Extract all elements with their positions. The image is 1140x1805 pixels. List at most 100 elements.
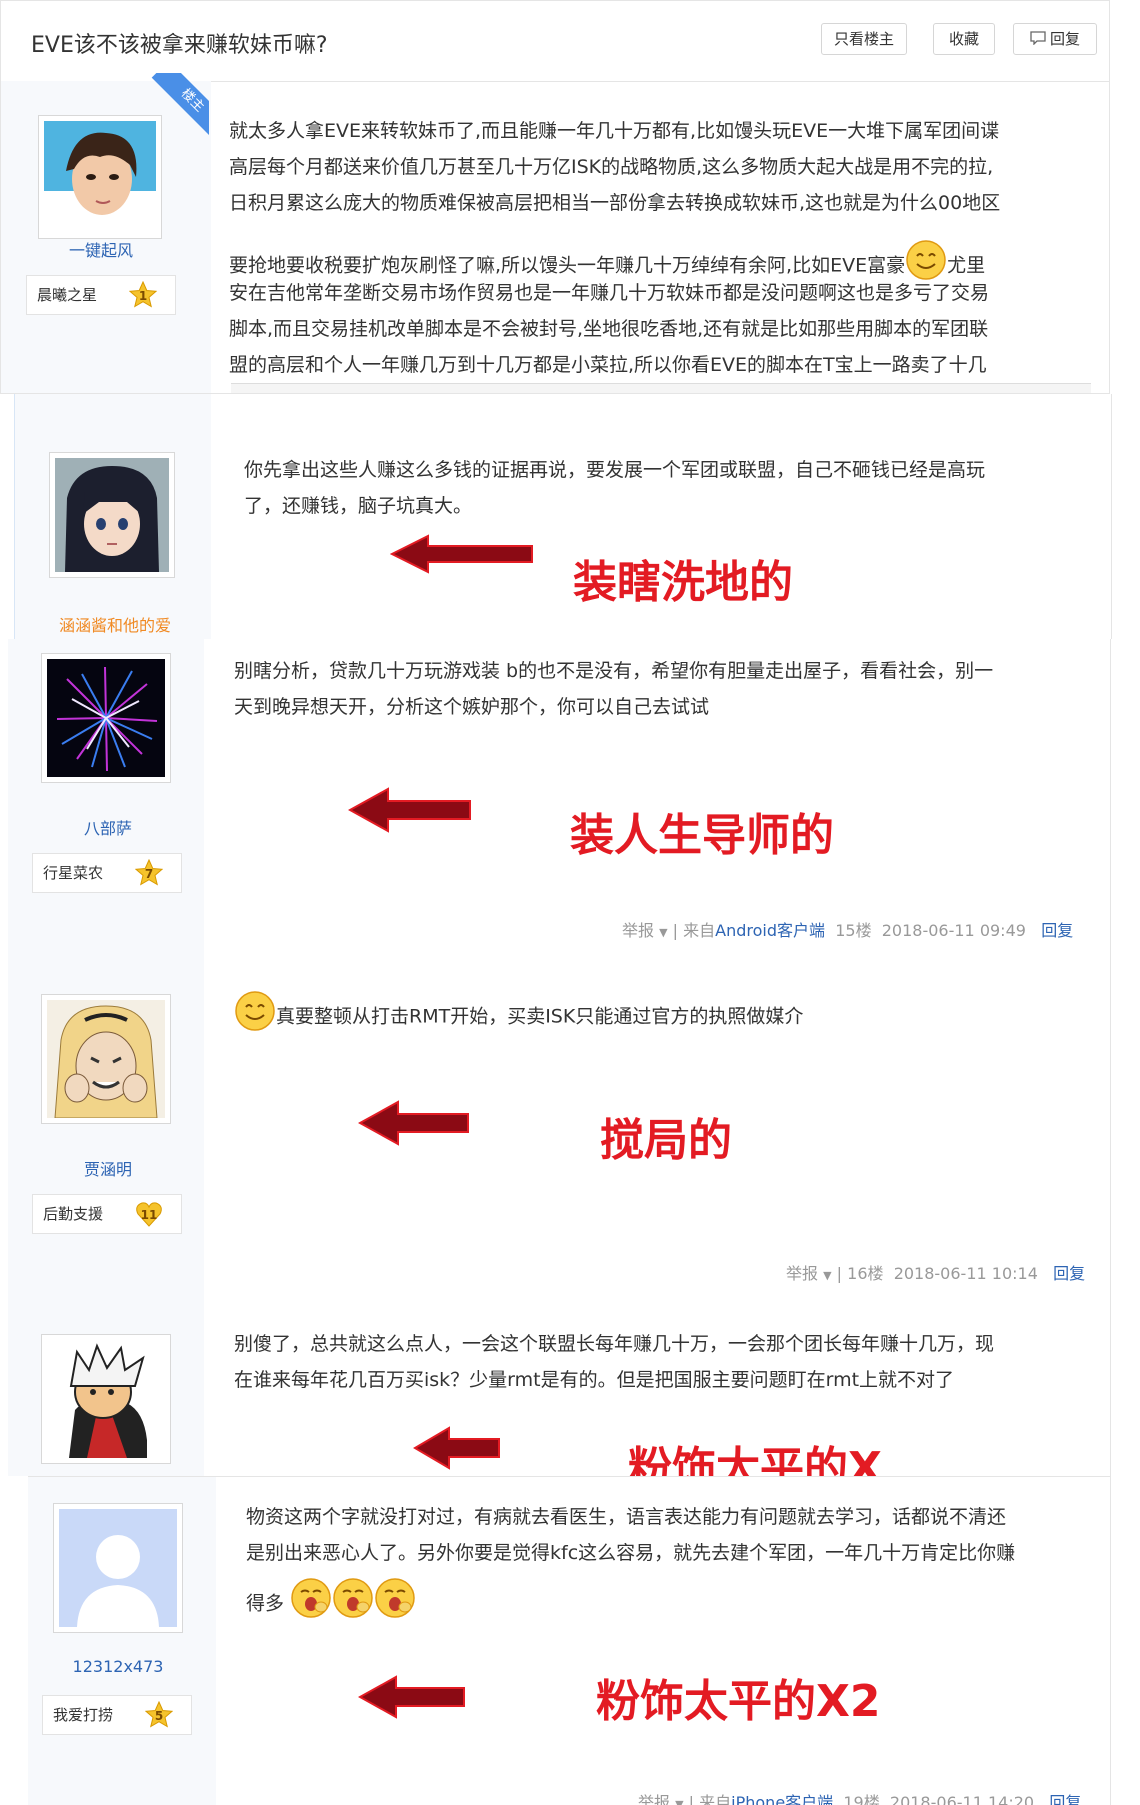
badge-label: 后勤支援 [43, 1205, 104, 1223]
reply-link[interactable]: 回复 [1049, 1793, 1081, 1805]
post-1: EVE该不该被拿来赚软妹币嘛? 只看楼主 收藏 回复 一键起风 晨曦之星 1 楼… [0, 0, 1110, 394]
annotation-label: 搅局的 [600, 1115, 732, 1166]
post-5-sidebar [8, 1304, 204, 1476]
post-line: 你先拿出这些人赚这么多钱的证据再说，要发展一个军团或联盟，自己不砸钱已经是高玩 [244, 459, 986, 481]
op-tag-label: 楼主 [151, 73, 209, 142]
post-2-sidebar: 涵涵酱和他的爱 [15, 394, 211, 639]
user-badge[interactable]: 行星菜农 7 [32, 853, 182, 893]
post-6: 12312x473 我爱打捞 5 物资这两个字就没打对过，有病就去看医生，语言表… [28, 1476, 1111, 1805]
chevron-down-icon[interactable]: ▼ [659, 926, 667, 939]
reply-button[interactable]: 回复 [1013, 23, 1097, 55]
username[interactable]: 涵涵酱和他的爱 [15, 612, 215, 636]
level-number: 7 [144, 867, 154, 881]
post-line: 在谁来每年花几百万买isk？少量rmt是有的。但是把国服主要问题盯在rmt上就不… [234, 1369, 955, 1391]
post-line: 别瞎分析，贷款几十万玩游戏装 b的也不是没有，希望你有胆量走出屋子，看看社会，别… [234, 660, 994, 682]
yawn-emoji-icon [374, 1577, 416, 1631]
report-link[interactable]: 举报 [786, 1264, 818, 1283]
avatar-image [47, 1000, 165, 1118]
default-avatar-icon [59, 1509, 177, 1627]
annotation-label: 粉饰太平的X2 [596, 1676, 881, 1727]
avatar-image [55, 458, 169, 572]
source-prefix: | 来自 [688, 1793, 732, 1805]
yawn-emoji-icon [332, 1577, 374, 1631]
avatar[interactable] [53, 1503, 183, 1633]
left-arrow-icon [357, 1100, 470, 1150]
avatar-image [47, 1340, 165, 1458]
level-number: 1 [138, 289, 148, 303]
reply-link[interactable]: 回复 [1053, 1264, 1085, 1283]
post-time: 2018-06-11 09:49 [881, 921, 1026, 940]
level-number: 5 [154, 1709, 164, 1723]
post-line: 日积月累这么庞大的物质难保被高层把相当一部份拿去转换成软妹币,这也就是为什么00… [229, 192, 1001, 214]
badge-label: 晨曦之星 [37, 286, 98, 304]
source-link[interactable]: Android客户端 [715, 921, 825, 940]
avatar[interactable] [41, 994, 171, 1124]
floor-number: 19楼 [843, 1793, 880, 1805]
avatar[interactable] [49, 452, 175, 578]
smiley-emoji-icon [234, 990, 276, 1044]
only-op-button[interactable]: 只看楼主 [821, 23, 907, 55]
annotation-label: 装瞎洗地的 [573, 557, 793, 608]
left-arrow-icon [357, 1675, 466, 1723]
username[interactable]: 八部萨 [8, 815, 208, 839]
reply-link[interactable]: 回复 [1041, 921, 1073, 940]
left-arrow-icon [389, 534, 535, 578]
post-line: 天到晚异想天开，分析这个嫉妒那个，你可以自己去试试 [234, 696, 710, 718]
post-line-part: 得多 [246, 1592, 285, 1615]
favorite-button[interactable]: 收藏 [933, 23, 995, 55]
user-badge[interactable]: 我爱打捞 5 [42, 1695, 192, 1735]
post-line-part: 尤里 [947, 254, 986, 277]
post-4: 贾涵明 后勤支援 11 真要整顿从打击RMT开始，买卖ISK只能通过官方的执照做… [8, 964, 1111, 1305]
post-line: 盟的高层和个人一年赚几万到十几万都是小菜拉,所以你看EVE的脚本在T宝上一路卖了… [229, 354, 987, 376]
level-star-icon: 7 [135, 859, 163, 887]
post-line: 物资这两个字就没打对过，有病就去看医生，语言表达能力有问题就去学习，话都说不清还 [246, 1506, 1007, 1528]
post-line: 脚本,而且交易挂机改单脚本是不会被封号,坐地很吃香地,还有就是比如那些用脚本的军… [229, 318, 989, 340]
post-line: 就太多人拿EVE来转软妹币了,而且能赚一年几十万都有,比如馒头玩EVE一大堆下属… [229, 120, 1000, 142]
report-link[interactable]: 举报 [622, 921, 654, 940]
annotation-label: 粉饰太平的X [628, 1443, 882, 1476]
post-line: 得多 [246, 1577, 416, 1631]
floor-number: 15楼 [835, 921, 872, 940]
left-arrow-icon [347, 787, 473, 837]
floor-number: | 16楼 [836, 1264, 884, 1283]
post-meta: 举报 ▼ | 16楼 2018-06-11 10:14 回复 [786, 1260, 1085, 1284]
username[interactable]: 一键起风 [1, 237, 201, 261]
post-5: 别傻了，总共就这么点人，一会这个联盟长每年赚几十万，一会那个团长每年赚十几万，现… [8, 1304, 1111, 1476]
post-time: 2018-06-11 10:14 [893, 1264, 1038, 1283]
post-6-sidebar: 12312x473 我爱打捞 5 [28, 1477, 216, 1805]
user-badge[interactable]: 后勤支援 11 [32, 1194, 182, 1234]
post-time: 2018-06-11 14:20 [889, 1793, 1035, 1805]
thread-title: EVE该不该被拿来赚软妹币嘛? [31, 33, 328, 58]
report-link[interactable]: 举报 [638, 1793, 670, 1805]
level-number: 11 [140, 1208, 158, 1222]
op-tag: 楼主 [129, 73, 209, 153]
thread-header: EVE该不该被拿来赚软妹币嘛? 只看楼主 收藏 回复 [1, 1, 1109, 82]
badge-label: 行星菜农 [43, 864, 104, 882]
left-arrow-icon [413, 1426, 501, 1474]
post-meta: 举报 ▼ | 来自iPhone客户端 19楼 2018-06-11 14:20 … [638, 1789, 1081, 1805]
post-line: 安在吉他常年垄断交易市场作贸易也是一年赚几十万软妹币都是没问题啊这也是多亏了交易 [229, 282, 990, 304]
source-prefix: | 来自 [672, 921, 716, 940]
post-meta: 举报 ▼ | 来自Android客户端 15楼 2018-06-11 09:49… [622, 917, 1073, 941]
level-heart-icon: 11 [135, 1200, 163, 1228]
level-star-icon: 5 [145, 1701, 173, 1729]
badge-label: 我爱打捞 [53, 1706, 114, 1724]
avatar[interactable] [41, 653, 171, 783]
content-divider [231, 383, 1091, 393]
annotation-label: 装人生导师的 [570, 810, 834, 861]
post-3-sidebar: 八部萨 行星菜农 7 [8, 639, 204, 964]
post-line: 高层每个月都送来价值几万甚至几十万亿ISK的战略物质,这么多物质大起大战是用不完… [229, 156, 994, 178]
post-line: 了，还赚钱，脑子坑真大。 [244, 495, 473, 517]
post-2: 涵涵酱和他的爱 你先拿出这些人赚这么多钱的证据再说，要发展一个军团或联盟，自己不… [14, 394, 1112, 639]
username[interactable]: 12312x473 [28, 1657, 208, 1676]
yawn-emoji-icon [290, 1577, 332, 1631]
user-badge[interactable]: 晨曦之星 1 [26, 275, 176, 315]
post-4-sidebar: 贾涵明 后勤支援 11 [8, 964, 204, 1304]
level-star-icon: 1 [129, 281, 157, 309]
post-line: 真要整顿从打击RMT开始，买卖ISK只能通过官方的执照做媒介 [234, 990, 803, 1044]
post-line: 别傻了，总共就这么点人，一会这个联盟长每年赚几十万，一会那个团长每年赚十几万，现 [234, 1333, 995, 1355]
chevron-down-icon[interactable]: ▼ [823, 1269, 831, 1282]
username[interactable]: 贾涵明 [8, 1156, 208, 1180]
avatar[interactable] [41, 1334, 171, 1464]
source-link[interactable]: iPhone客户端 [731, 1793, 833, 1805]
